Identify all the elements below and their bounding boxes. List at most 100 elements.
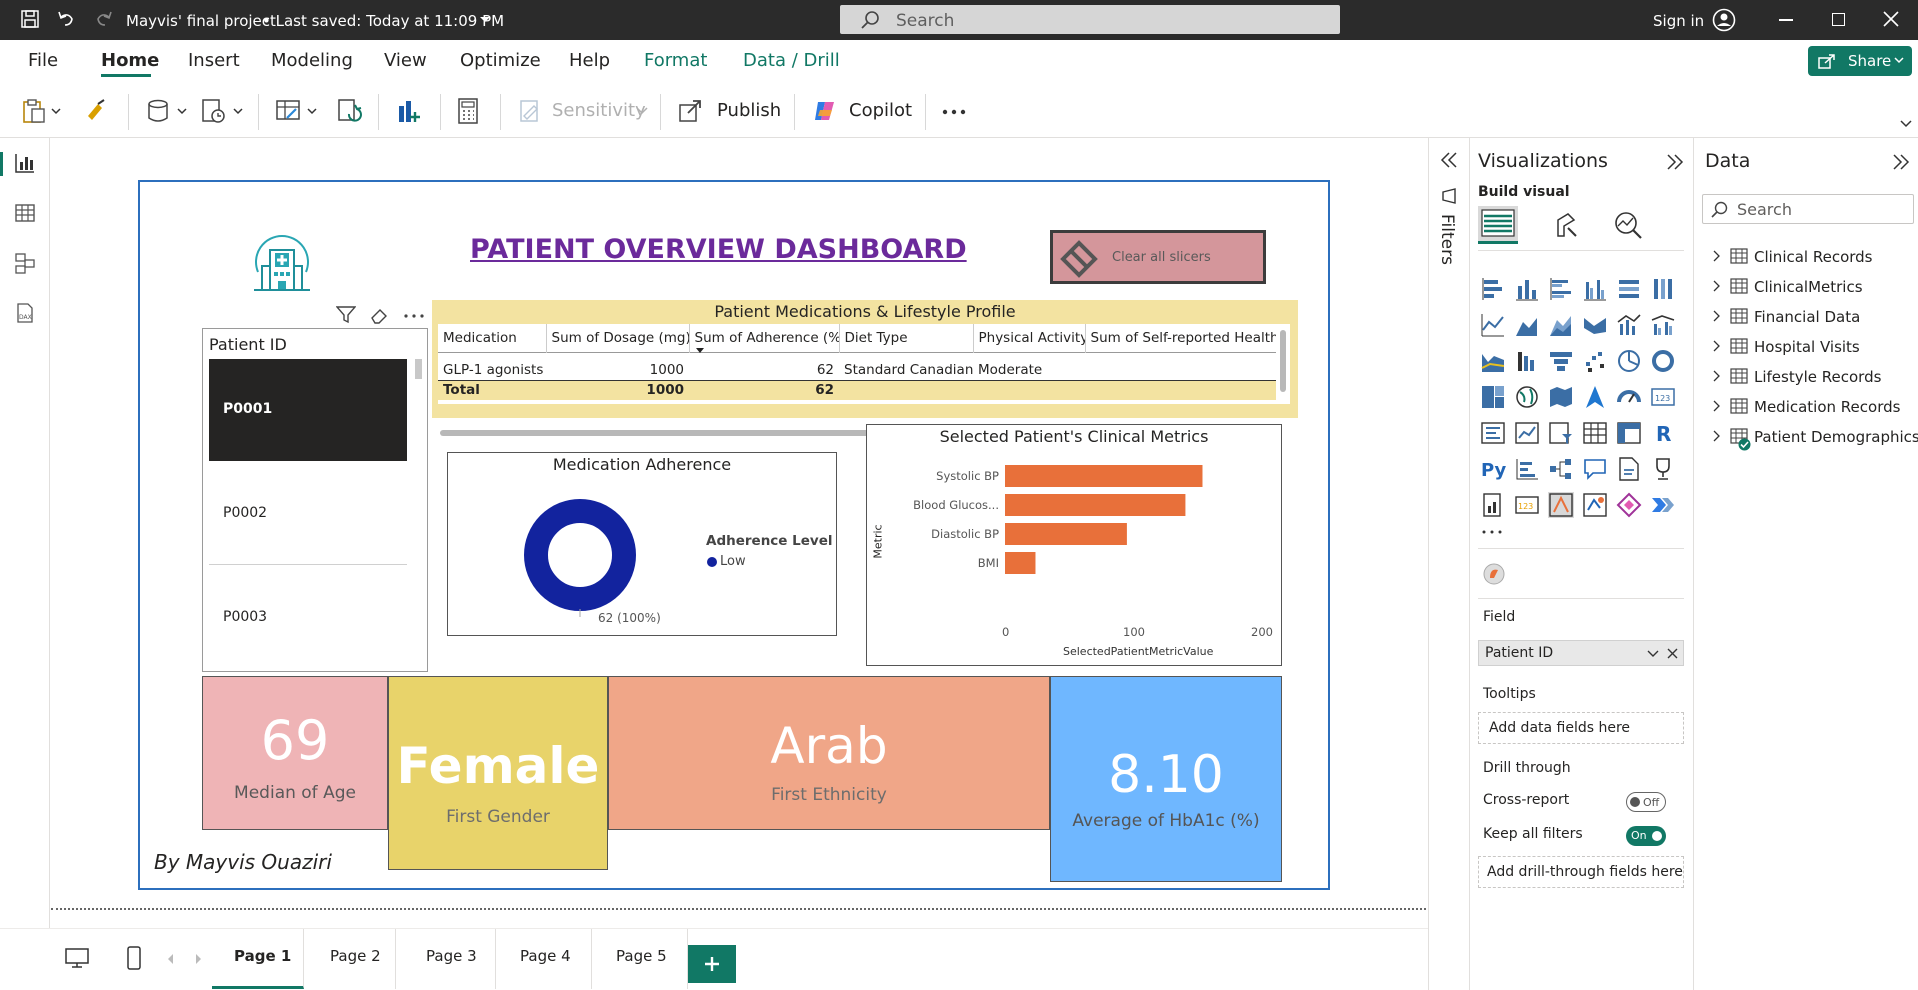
multi-row-card-icon[interactable] [1480, 420, 1506, 446]
close-icon[interactable] [1883, 11, 1899, 27]
kpi-icon[interactable] [1514, 420, 1540, 446]
python-visual-icon[interactable]: Py [1480, 456, 1506, 482]
slicer-scrollbar[interactable] [415, 359, 422, 379]
menu-home[interactable]: Home [101, 50, 159, 71]
menu-data-drill[interactable]: Data / Drill [743, 50, 840, 71]
maximize-icon[interactable] [1832, 13, 1845, 26]
line-chart-icon[interactable] [1480, 312, 1506, 338]
menu-help[interactable]: Help [569, 50, 610, 71]
kpi-card-age[interactable]: 69 Median of Age [202, 676, 388, 830]
bar-0[interactable] [1005, 465, 1203, 487]
table-row[interactable]: GLP-1 agonists 1000 62 Standard Canadian… [438, 352, 1276, 380]
bar-3[interactable] [1005, 552, 1036, 574]
recent-sources-icon[interactable] [200, 98, 246, 124]
data-table-item[interactable]: Patient Demographics [1694, 424, 1918, 451]
filters-pane-collapsed[interactable]: Filters [1428, 138, 1470, 990]
slicer-item[interactable]: P0002 [209, 463, 407, 565]
transform-data-icon[interactable] [274, 98, 320, 124]
chevron-right-icon[interactable] [194, 953, 202, 965]
keep-filters-toggle[interactable]: On [1626, 826, 1666, 846]
decomposition-tree-icon[interactable] [1548, 456, 1574, 482]
smart-narrative-icon[interactable] [1616, 456, 1642, 482]
account-icon[interactable] [1712, 8, 1736, 32]
stacked-bar-chart-icon[interactable] [1480, 276, 1506, 302]
bar-2[interactable] [1005, 523, 1127, 545]
slicer-item[interactable]: P0003 [209, 567, 407, 669]
slicer-icon[interactable] [1548, 420, 1574, 446]
menu-file[interactable]: File [28, 50, 58, 71]
desktop-layout-icon[interactable] [64, 947, 90, 969]
r-script-visual-icon[interactable]: R [1650, 420, 1676, 446]
copilot-button[interactable]: Copilot [849, 100, 912, 121]
column-header[interactable]: Sum of Dosage (mg) [546, 324, 690, 352]
data-table-item[interactable]: Financial Data [1694, 304, 1918, 330]
column-header[interactable]: Medication [438, 324, 547, 352]
undo-icon[interactable] [56, 9, 76, 29]
share-button[interactable]: Share [1808, 46, 1912, 76]
copilot-icon[interactable] [812, 98, 838, 124]
cross-report-toggle[interactable]: Off [1626, 792, 1666, 812]
qa-visual-icon[interactable] [1582, 456, 1608, 482]
treemap-icon[interactable] [1480, 384, 1506, 410]
page-tab-active[interactable]: Page 1 [212, 929, 304, 989]
menu-optimize[interactable]: Optimize [460, 50, 541, 71]
donut-slice-low[interactable] [524, 499, 636, 611]
page-tab[interactable]: Page 4 [496, 929, 592, 989]
vertical-scrollbar[interactable] [1280, 330, 1286, 392]
tooltips-drop-zone[interactable]: Add data fields here [1478, 712, 1684, 744]
donut-chart-icon[interactable] [1650, 348, 1676, 374]
chevron-right-icon[interactable] [1712, 280, 1720, 292]
data-table-item[interactable]: Hospital Visits [1694, 334, 1918, 360]
table-view-icon[interactable] [14, 202, 36, 224]
chevron-right-icon[interactable] [1712, 370, 1720, 382]
data-table-item[interactable]: Lifestyle Records [1694, 364, 1918, 390]
kpi-card-ethnicity[interactable]: Arab First Ethnicity [608, 676, 1050, 830]
power-automate-flow-icon[interactable] [1650, 492, 1676, 518]
waterfall-chart-icon[interactable] [1480, 348, 1506, 374]
report-view-icon[interactable] [14, 152, 36, 174]
data-table-item[interactable]: ClinicalMetrics [1694, 274, 1918, 300]
column-header[interactable]: Sum of Adherence (%) [689, 324, 840, 352]
column-header[interactable]: Diet Type [839, 324, 974, 352]
100-stacked-column-chart-icon[interactable] [1650, 276, 1676, 302]
key-influencers-icon[interactable] [1514, 456, 1540, 482]
card-icon[interactable]: 123 [1650, 384, 1676, 410]
map-icon[interactable] [1514, 384, 1540, 410]
power-apps-icon[interactable] [1548, 492, 1574, 518]
file-title[interactable]: Mayvis' final project [126, 12, 276, 30]
column-header[interactable]: Sum of Self-reported Health ( [1085, 324, 1277, 352]
chevron-right-icon[interactable] [1712, 310, 1720, 322]
donut-legend-item[interactable]: Low [720, 554, 746, 569]
chevron-down-icon[interactable] [479, 16, 491, 24]
funnel-chart-icon[interactable] [1514, 348, 1540, 374]
chevron-right-icon[interactable] [1712, 430, 1720, 442]
pie-chart-icon[interactable] [1616, 348, 1642, 374]
line-and-column-chart-icon[interactable] [1616, 312, 1642, 338]
power-apps-diamond-icon[interactable] [1616, 492, 1642, 518]
filled-map-icon[interactable] [1548, 384, 1574, 410]
paginated-report-icon[interactable] [1480, 492, 1506, 518]
page-tab[interactable]: Page 2 [304, 929, 396, 989]
column-header[interactable]: Physical Activity [973, 324, 1086, 352]
save-icon[interactable] [20, 9, 40, 29]
filter-icon[interactable] [336, 306, 356, 324]
patient-id-slicer[interactable]: Patient ID P0001 P0002 P0003 [202, 328, 428, 672]
model-view-icon[interactable] [14, 252, 36, 274]
gauge-icon[interactable] [1616, 384, 1642, 410]
funnel-icon[interactable] [1548, 348, 1574, 374]
data-search-input[interactable]: Search [1702, 194, 1914, 224]
goals-icon[interactable] [1650, 456, 1676, 482]
medications-table[interactable]: Patient Medications & Lifestyle Profile … [432, 300, 1298, 436]
refresh-icon[interactable] [336, 98, 362, 124]
format-painter-icon[interactable] [84, 98, 108, 122]
table-visual-icon[interactable] [1582, 420, 1608, 446]
more-options-icon[interactable] [942, 109, 966, 115]
collapse-pane-icon[interactable] [1666, 154, 1684, 170]
azure-map-icon[interactable] [1582, 384, 1608, 410]
chevron-right-icon[interactable] [1712, 400, 1720, 412]
100-stacked-bar-chart-icon[interactable] [1616, 276, 1642, 302]
menu-format[interactable]: Format [644, 50, 707, 71]
collapse-pane-icon[interactable] [1892, 154, 1910, 170]
chevron-right-icon[interactable] [1712, 340, 1720, 352]
clustered-bar-chart-icon[interactable] [1548, 276, 1574, 302]
